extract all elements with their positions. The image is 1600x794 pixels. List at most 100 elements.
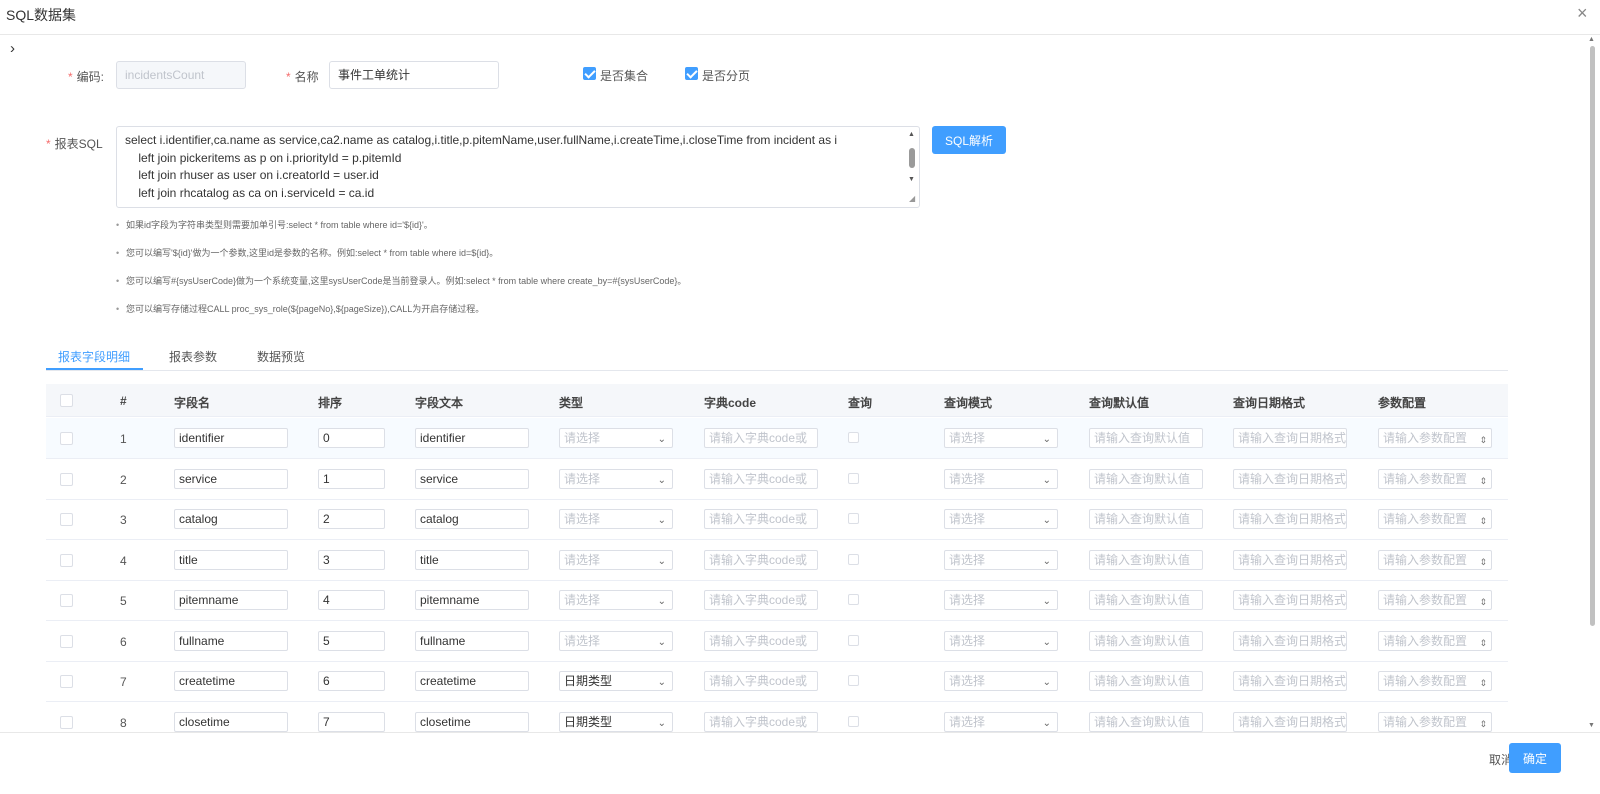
code-input[interactable]: incidentsCount bbox=[116, 61, 246, 89]
chevron-right-icon[interactable]: › bbox=[10, 40, 15, 57]
row-checkbox[interactable] bbox=[60, 634, 73, 648]
date-format-input[interactable]: 请输入查询日期格式 bbox=[1233, 711, 1347, 732]
resize-icon[interactable]: ⇕ bbox=[1479, 593, 1487, 609]
is-collection-checkbox[interactable] bbox=[583, 67, 596, 80]
param-config-input[interactable]: 请输入参数配置 ⇕ bbox=[1378, 671, 1492, 691]
param-config-input[interactable]: 请输入参数配置 ⇕ bbox=[1378, 468, 1492, 489]
resize-icon[interactable]: ⇕ bbox=[1479, 431, 1487, 447]
query-mode-select[interactable]: 请选择 ⌄ bbox=[944, 549, 1058, 570]
dict-code-input[interactable]: 请输入字典code或 bbox=[704, 549, 818, 570]
query-checkbox[interactable] bbox=[848, 472, 859, 484]
resize-icon[interactable]: ⇕ bbox=[1479, 634, 1487, 650]
query-default-input[interactable]: 请输入查询默认值 bbox=[1089, 509, 1203, 529]
order-input[interactable]: 2 bbox=[318, 509, 385, 529]
resize-grip-icon[interactable]: ◢ bbox=[909, 194, 915, 203]
order-input[interactable]: 7 bbox=[318, 711, 385, 732]
resize-icon[interactable]: ⇕ bbox=[1479, 553, 1487, 569]
scrollbar-thumb[interactable] bbox=[909, 148, 915, 168]
confirm-button[interactable]: 确定 bbox=[1509, 743, 1561, 773]
tab-data-preview[interactable]: 数据预览 bbox=[257, 348, 305, 365]
query-checkbox[interactable] bbox=[848, 715, 859, 727]
tab-report-params[interactable]: 报表参数 bbox=[169, 348, 217, 365]
field-name-input[interactable]: closetime bbox=[174, 711, 288, 732]
dict-code-input[interactable]: 请输入字典code或 bbox=[704, 590, 818, 610]
query-default-input[interactable]: 请输入查询默认值 bbox=[1089, 468, 1203, 489]
query-default-input[interactable]: 请输入查询默认值 bbox=[1089, 711, 1203, 732]
field-text-input[interactable]: closetime bbox=[415, 711, 529, 732]
order-input[interactable]: 6 bbox=[318, 671, 385, 691]
query-mode-select[interactable]: 请选择 ⌄ bbox=[944, 671, 1058, 691]
type-select[interactable]: 请选择 ⌄ bbox=[559, 630, 673, 651]
query-mode-select[interactable]: 请选择 ⌄ bbox=[944, 468, 1058, 489]
query-mode-select[interactable]: 请选择 ⌄ bbox=[944, 630, 1058, 651]
field-text-input[interactable]: identifier bbox=[415, 428, 529, 448]
param-config-input[interactable]: 请输入参数配置 ⇕ bbox=[1378, 428, 1492, 448]
select-all-checkbox[interactable] bbox=[60, 394, 73, 407]
sql-scrollbar[interactable]: ▲ ▼ ◢ bbox=[906, 128, 918, 206]
field-name-input[interactable]: identifier bbox=[174, 428, 288, 448]
dialog-scrollbar[interactable]: ▲ ▼ bbox=[1587, 36, 1598, 732]
type-select[interactable]: 请选择 ⌄ bbox=[559, 590, 673, 610]
order-input[interactable]: 0 bbox=[318, 428, 385, 448]
order-input[interactable]: 3 bbox=[318, 549, 385, 570]
scrollbar-thumb[interactable] bbox=[1590, 46, 1595, 626]
order-input[interactable]: 1 bbox=[318, 468, 385, 489]
resize-icon[interactable]: ⇕ bbox=[1479, 472, 1487, 488]
type-select[interactable]: 日期类型 ⌄ bbox=[559, 711, 673, 732]
query-mode-select[interactable]: 请选择 ⌄ bbox=[944, 509, 1058, 529]
date-format-input[interactable]: 请输入查询日期格式 bbox=[1233, 630, 1347, 651]
dict-code-input[interactable]: 请输入字典code或 bbox=[704, 509, 818, 529]
is-paging-checkbox[interactable] bbox=[685, 67, 698, 80]
query-checkbox[interactable] bbox=[848, 513, 859, 524]
query-mode-select[interactable]: 请选择 ⌄ bbox=[944, 428, 1058, 448]
dict-code-input[interactable]: 请输入字典code或 bbox=[704, 671, 818, 691]
tab-field-details[interactable]: 报表字段明细 bbox=[58, 348, 130, 365]
resize-icon[interactable]: ⇕ bbox=[1479, 674, 1487, 690]
scroll-down-icon[interactable]: ▼ bbox=[1588, 722, 1595, 729]
param-config-input[interactable]: 请输入参数配置 ⇕ bbox=[1378, 549, 1492, 570]
query-checkbox[interactable] bbox=[848, 634, 859, 646]
field-name-input[interactable]: fullname bbox=[174, 630, 288, 651]
type-select[interactable]: 请选择 ⌄ bbox=[559, 428, 673, 448]
param-config-input[interactable]: 请输入参数配置 ⇕ bbox=[1378, 630, 1492, 651]
order-input[interactable]: 5 bbox=[318, 630, 385, 651]
scroll-up-icon[interactable]: ▲ bbox=[1588, 36, 1595, 43]
query-default-input[interactable]: 请输入查询默认值 bbox=[1089, 549, 1203, 570]
date-format-input[interactable]: 请输入查询日期格式 bbox=[1233, 671, 1347, 691]
param-config-input[interactable]: 请输入参数配置 ⇕ bbox=[1378, 711, 1492, 732]
field-text-input[interactable]: pitemname bbox=[415, 590, 529, 610]
date-format-input[interactable]: 请输入查询日期格式 bbox=[1233, 590, 1347, 610]
query-checkbox[interactable] bbox=[848, 675, 859, 686]
query-mode-select[interactable]: 请选择 ⌄ bbox=[944, 590, 1058, 610]
row-checkbox[interactable] bbox=[60, 553, 73, 567]
field-name-input[interactable]: createtime bbox=[174, 671, 288, 691]
query-default-input[interactable]: 请输入查询默认值 bbox=[1089, 590, 1203, 610]
scroll-down-icon[interactable]: ▼ bbox=[908, 176, 915, 183]
query-checkbox[interactable] bbox=[848, 553, 859, 565]
date-format-input[interactable]: 请输入查询日期格式 bbox=[1233, 468, 1347, 489]
date-format-input[interactable]: 请输入查询日期格式 bbox=[1233, 549, 1347, 570]
name-input[interactable]: 事件工单统计 bbox=[329, 61, 499, 89]
query-checkbox[interactable] bbox=[848, 432, 859, 443]
date-format-input[interactable]: 请输入查询日期格式 bbox=[1233, 509, 1347, 529]
row-checkbox[interactable] bbox=[60, 675, 73, 688]
dict-code-input[interactable]: 请输入字典code或 bbox=[704, 428, 818, 448]
field-name-input[interactable]: service bbox=[174, 468, 288, 489]
row-checkbox[interactable] bbox=[60, 472, 73, 486]
query-default-input[interactable]: 请输入查询默认值 bbox=[1089, 671, 1203, 691]
resize-icon[interactable]: ⇕ bbox=[1479, 512, 1487, 528]
close-icon[interactable]: × bbox=[1577, 3, 1588, 24]
sql-parse-button[interactable]: SQL解析 bbox=[932, 126, 1006, 154]
scroll-up-icon[interactable]: ▲ bbox=[908, 131, 915, 138]
field-text-input[interactable]: title bbox=[415, 549, 529, 570]
field-name-input[interactable]: title bbox=[174, 549, 288, 570]
order-input[interactable]: 4 bbox=[318, 590, 385, 610]
param-config-input[interactable]: 请输入参数配置 ⇕ bbox=[1378, 590, 1492, 610]
type-select[interactable]: 请选择 ⌄ bbox=[559, 549, 673, 570]
resize-icon[interactable]: ⇕ bbox=[1479, 715, 1487, 731]
query-default-input[interactable]: 请输入查询默认值 bbox=[1089, 630, 1203, 651]
field-name-input[interactable]: catalog bbox=[174, 509, 288, 529]
field-text-input[interactable]: fullname bbox=[415, 630, 529, 651]
field-text-input[interactable]: service bbox=[415, 468, 529, 489]
field-text-input[interactable]: catalog bbox=[415, 509, 529, 529]
